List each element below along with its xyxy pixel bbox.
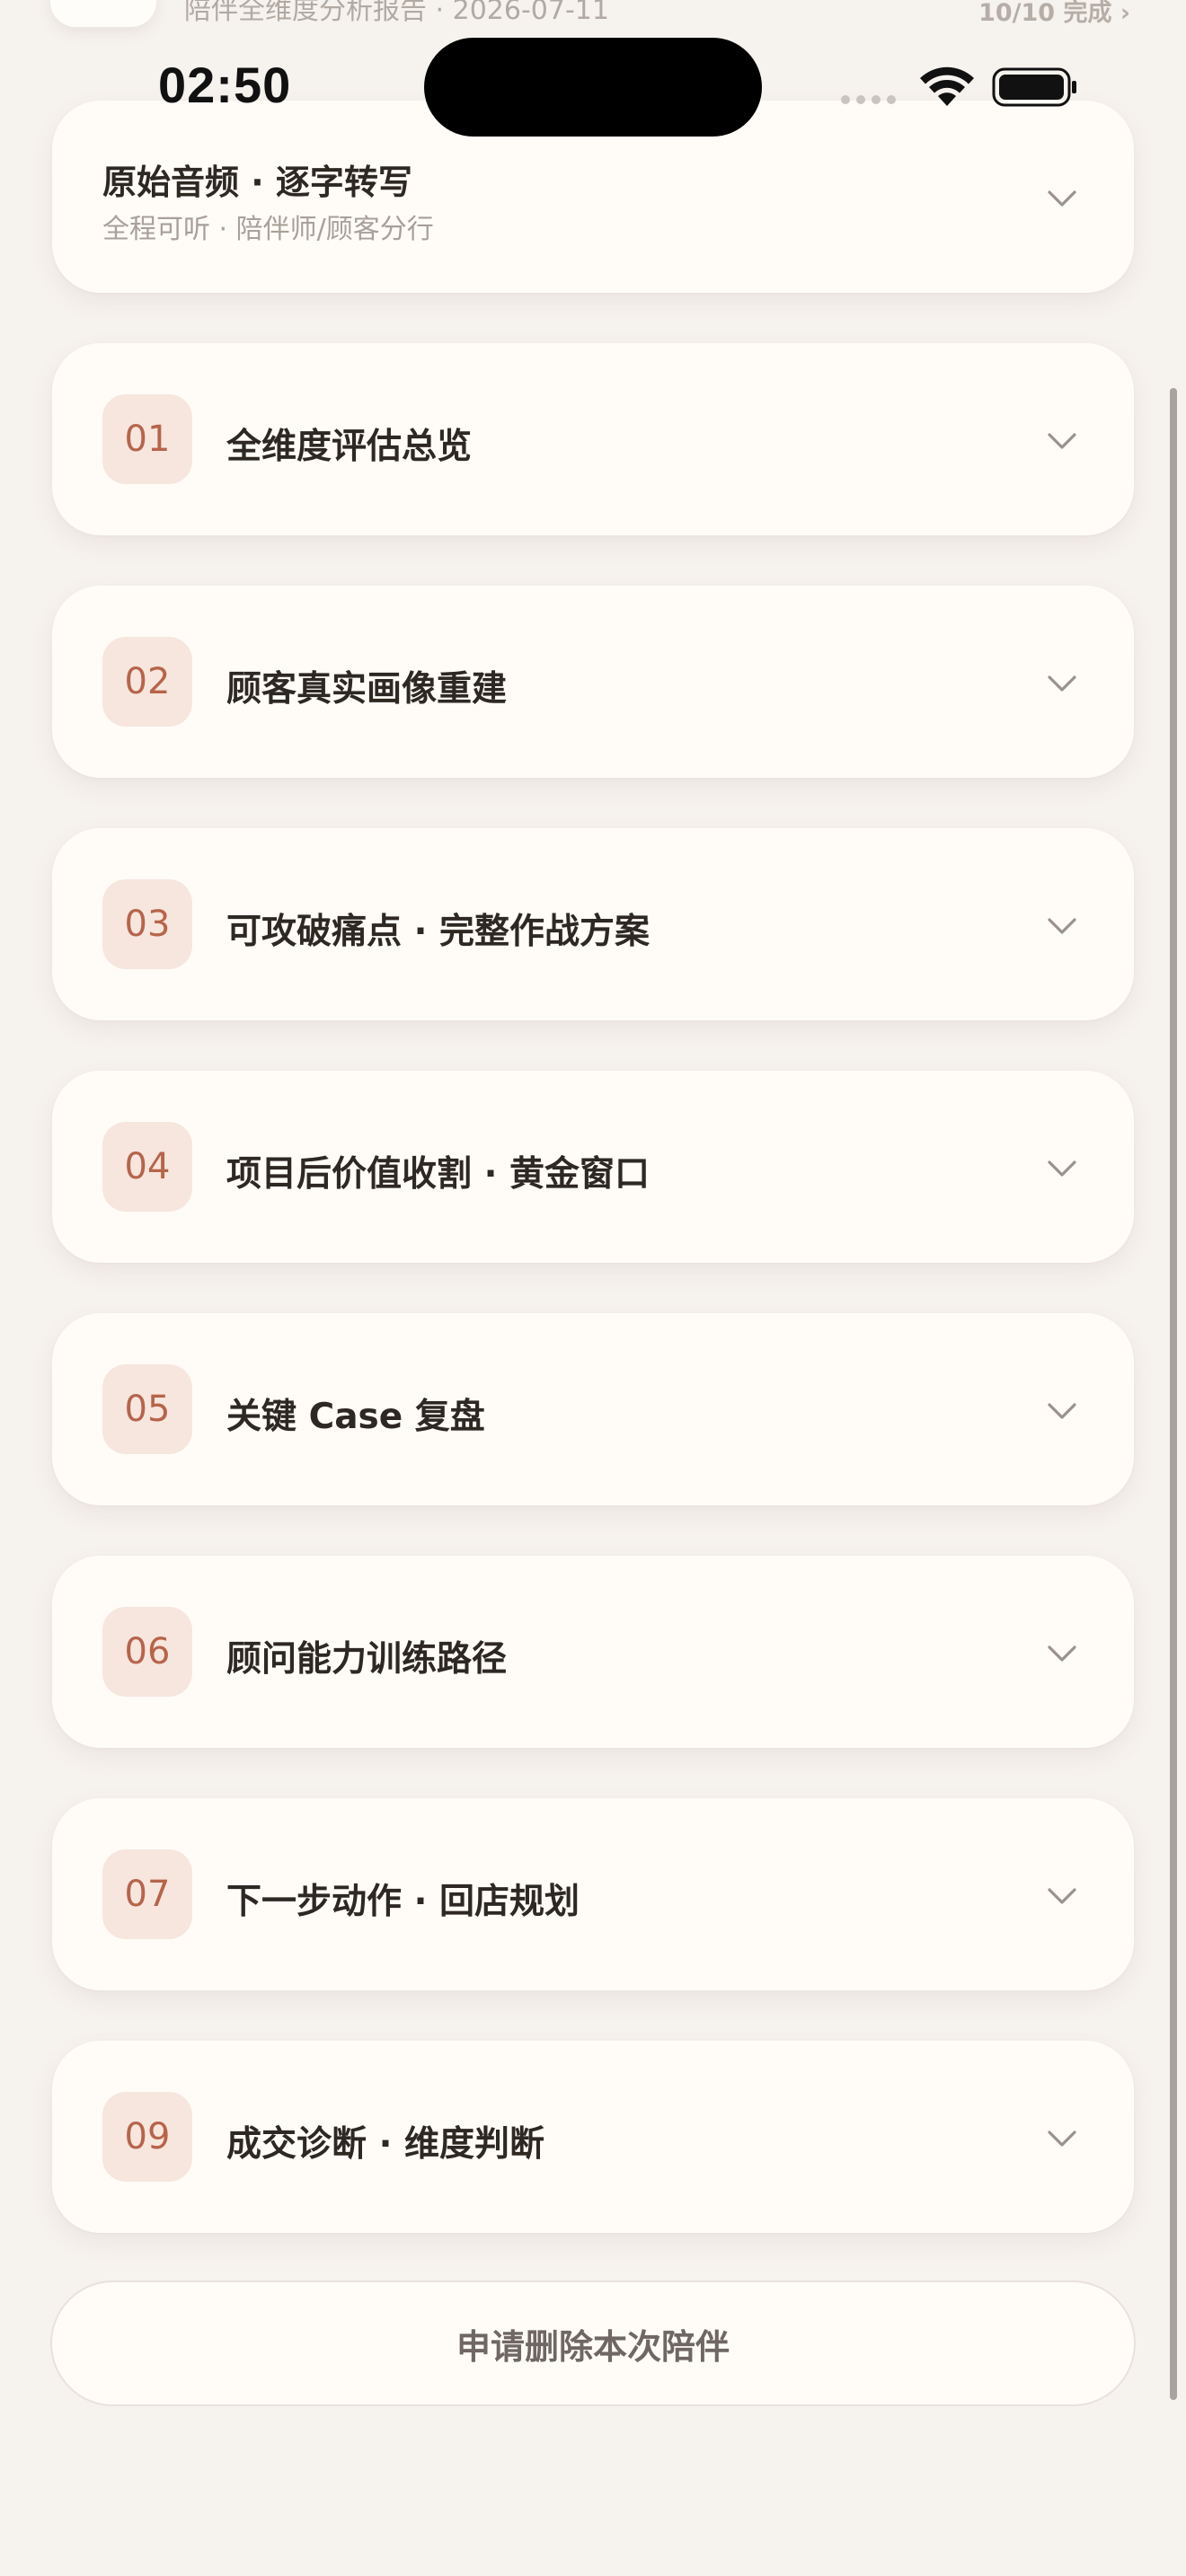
cellular-dots-icon [841,95,896,104]
chevron-down-icon [1048,433,1076,449]
section-title: 顾问能力训练路径 [226,1639,508,1680]
chevron-down-icon [1048,2130,1076,2147]
section-number-badge: 07 [102,1849,192,1939]
section-title: 项目后价值收割 · 黄金窗口 [226,1154,650,1195]
chevron-down-icon [1048,675,1076,692]
battery-icon [992,67,1076,107]
section-card-04[interactable]: 04 项目后价值收割 · 黄金窗口 [52,1071,1134,1263]
section-title: 顾客真实画像重建 [226,669,508,710]
section-title: 下一步动作 · 回店规划 [226,1882,580,1922]
dynamic-island [424,38,762,137]
section-card-06[interactable]: 06 顾问能力训练路径 [52,1556,1134,1748]
section-title: 关键 Case 复盘 [226,1397,485,1437]
chevron-down-icon [1048,1403,1076,1419]
chevron-down-icon [1048,1888,1076,1904]
section-card-01[interactable]: 01 全维度评估总览 [52,343,1134,535]
section-number-badge: 03 [102,879,192,969]
section-number-badge: 09 [102,2092,192,2182]
section-card-05[interactable]: 05 关键 Case 复盘 [52,1313,1134,1505]
chevron-down-icon [1048,1160,1076,1177]
section-card-09[interactable]: 09 成交诊断 · 维度判断 [52,2041,1134,2233]
scrollbar[interactable] [1170,388,1177,2400]
chevron-down-icon [1048,1645,1076,1662]
section-number-badge: 02 [102,637,192,727]
section-title: 可攻破痛点 · 完整作战方案 [226,912,650,952]
report-page: 陪伴全维度分析报告 · 2026-07-11 10/10 完成 › 02:50 … [0,0,1186,2576]
request-delete-button[interactable]: 申请删除本次陪伴 [50,2280,1136,2406]
section-card-07[interactable]: 07 下一步动作 · 回店规划 [52,1798,1134,1990]
section-title: 全维度评估总览 [226,427,473,467]
section-number-badge: 06 [102,1607,192,1697]
chevron-down-icon [1048,918,1076,934]
header-avatar [50,0,156,27]
chevron-down-icon [1048,190,1076,207]
section-title: 成交诊断 · 维度判断 [226,2124,544,2165]
header-strip: 陪伴全维度分析报告 · 2026-07-11 10/10 完成 › [0,0,1186,36]
audio-card-subtitle: 全程可听 · 陪伴师/顾客分行 [102,214,434,245]
section-card-03[interactable]: 03 可攻破痛点 · 完整作战方案 [52,828,1134,1020]
section-number-badge: 05 [102,1364,192,1454]
audio-card-title: 原始音频 · 逐字转写 [102,163,412,202]
report-subtitle: 陪伴全维度分析报告 · 2026-07-11 [184,0,609,26]
section-card-02[interactable]: 02 顾客真实画像重建 [52,586,1134,778]
section-number-badge: 01 [102,394,192,484]
wifi-icon [920,66,974,106]
section-number-badge: 04 [102,1122,192,1212]
progress-link[interactable]: 10/10 完成 › [978,0,1130,28]
status-time: 02:50 [158,57,292,113]
